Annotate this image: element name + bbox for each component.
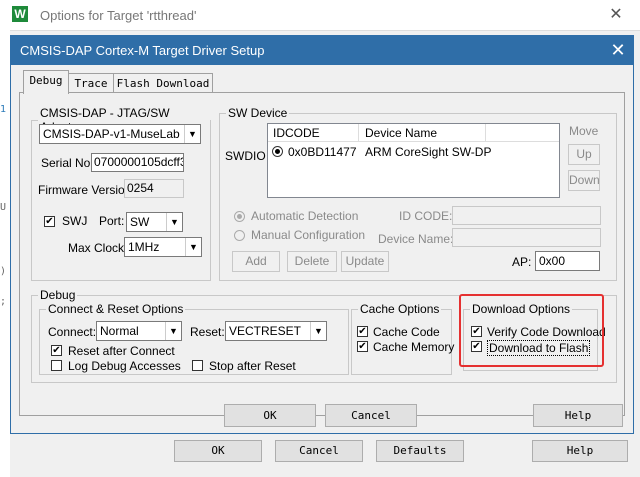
connect-label: Connect: xyxy=(48,325,97,339)
target-driver-setup-dialog: CMSIS-DAP Cortex-M Target Driver Setup ✕… xyxy=(10,35,634,434)
outer-window-title: Options for Target 'rtthread' xyxy=(40,8,197,23)
adapter-select[interactable]: CMSIS-DAP-v1-MuseLab ▼ xyxy=(39,124,201,144)
connect-select[interactable]: Normal ▼ xyxy=(96,321,182,341)
log-debug-accesses-checkbox[interactable] xyxy=(51,360,62,371)
max-clock-select-value: 1MHz xyxy=(128,240,160,254)
chevron-down-icon: ▼ xyxy=(165,322,181,340)
column-divider xyxy=(358,124,359,141)
connect-select-value: Normal xyxy=(100,324,139,338)
dialog-help-button[interactable]: Help xyxy=(533,404,623,427)
dialog-cancel-button[interactable]: Cancel xyxy=(325,404,417,427)
reset-select[interactable]: VECTRESET ▼ xyxy=(225,321,327,341)
ap-field[interactable]: 0x00 xyxy=(535,251,600,271)
move-label: Move xyxy=(569,124,599,138)
highlight-annotation-box xyxy=(459,294,604,367)
delete-button[interactable]: Delete xyxy=(287,251,337,272)
dialog-title: CMSIS-DAP Cortex-M Target Driver Setup xyxy=(20,43,265,58)
column-header-device-name: Device Name xyxy=(365,126,438,140)
port-select[interactable]: SW ▼ xyxy=(126,212,183,232)
stop-after-reset-checkbox[interactable] xyxy=(192,360,203,371)
cache-memory-label: Cache Memory xyxy=(373,340,455,354)
outer-title-bar: W Options for Target 'rtthread' ✕ xyxy=(0,0,640,31)
row-device-name: ARM CoreSight SW-DP xyxy=(365,145,492,159)
ap-label: AP: xyxy=(512,255,532,269)
outer-close-icon[interactable]: ✕ xyxy=(606,5,626,25)
swdio-label: SWDIO xyxy=(225,149,266,163)
stop-after-reset-label: Stop after Reset xyxy=(209,359,296,373)
cache-memory-checkbox[interactable]: ✔ xyxy=(357,341,368,352)
outer-ok-button[interactable]: OK xyxy=(174,440,262,462)
device-name-field[interactable] xyxy=(452,228,601,247)
outer-help-button[interactable]: Help xyxy=(532,440,628,462)
column-header-idcode: IDCODE xyxy=(273,126,320,140)
port-select-value: SW xyxy=(130,215,150,229)
dialog-title-bar: CMSIS-DAP Cortex-M Target Driver Setup ✕ xyxy=(11,36,633,65)
editor-glyph: ) xyxy=(0,266,7,277)
firmware-label: Firmware Version: xyxy=(38,183,135,197)
outer-defaults-button[interactable]: Defaults xyxy=(376,440,464,462)
chevron-down-icon: ▼ xyxy=(184,125,200,143)
swj-label: SWJ xyxy=(62,214,88,228)
row-select-radio[interactable] xyxy=(272,146,283,157)
dialog-ok-button[interactable]: OK xyxy=(224,404,316,427)
reset-label: Reset: xyxy=(190,325,225,339)
id-code-label: ID CODE: xyxy=(399,209,453,223)
reset-after-connect-checkbox[interactable]: ✔ xyxy=(51,345,62,356)
device-list[interactable]: IDCODE Device Name 0x0BD11477 ARM CoreSi… xyxy=(267,123,560,198)
background-editor-strip: 1 U ) ; xyxy=(0,30,10,477)
device-name-label: Device Name: xyxy=(378,232,454,246)
serial-field[interactable]: 0700000105dcff37 xyxy=(91,153,184,172)
add-button[interactable]: Add xyxy=(232,251,280,272)
move-up-button[interactable]: Up xyxy=(568,144,600,165)
cache-options-legend: Cache Options xyxy=(360,302,440,316)
firmware-field: 0254 xyxy=(124,179,184,198)
device-list-header: IDCODE Device Name xyxy=(268,124,559,142)
reset-select-value: VECTRESET xyxy=(229,324,302,338)
max-clock-label: Max Clock: xyxy=(68,241,128,255)
column-divider xyxy=(485,124,486,141)
tab-trace[interactable]: Trace xyxy=(68,73,114,93)
editor-glyph: ; xyxy=(0,296,7,307)
port-label: Port: xyxy=(99,214,125,228)
id-code-field[interactable] xyxy=(452,206,601,225)
automatic-detection-radio[interactable] xyxy=(234,211,245,222)
update-button[interactable]: Update xyxy=(341,251,389,272)
move-down-button[interactable]: Down xyxy=(568,170,600,191)
log-debug-accesses-label: Log Debug Accesses xyxy=(68,359,181,373)
row-idcode: 0x0BD11477 xyxy=(288,145,357,159)
tab-debug[interactable]: Debug xyxy=(23,70,69,94)
reset-after-connect-label: Reset after Connect xyxy=(68,344,175,358)
outer-cancel-button[interactable]: Cancel xyxy=(275,440,363,462)
chevron-down-icon: ▼ xyxy=(310,322,326,340)
adapter-select-value: CMSIS-DAP-v1-MuseLab xyxy=(43,127,180,141)
sw-device-legend: SW Device xyxy=(228,106,288,120)
editor-glyph: 1 xyxy=(0,104,7,115)
debug-group-legend: Debug xyxy=(40,288,76,302)
manual-configuration-radio[interactable] xyxy=(234,230,245,241)
cache-code-checkbox[interactable]: ✔ xyxy=(357,326,368,337)
table-row[interactable]: 0x0BD11477 ARM CoreSight SW-DP xyxy=(268,143,559,161)
automatic-detection-label: Automatic Detection xyxy=(251,209,359,223)
connect-reset-legend: Connect & Reset Options xyxy=(48,302,184,316)
chevron-down-icon: ▼ xyxy=(185,238,201,256)
cache-code-label: Cache Code xyxy=(373,325,440,339)
serial-label: Serial No: xyxy=(41,156,94,170)
manual-configuration-label: Manual Configuration xyxy=(251,228,366,242)
editor-glyph: U xyxy=(0,202,7,213)
chevron-down-icon: ▼ xyxy=(166,213,182,231)
max-clock-select[interactable]: 1MHz ▼ xyxy=(124,237,202,257)
dialog-close-icon[interactable]: ✕ xyxy=(607,39,629,61)
tab-flash-download[interactable]: Flash Download xyxy=(113,73,213,93)
keil-app-icon: W xyxy=(12,6,28,22)
swj-checkbox[interactable]: ✔ xyxy=(44,216,55,227)
